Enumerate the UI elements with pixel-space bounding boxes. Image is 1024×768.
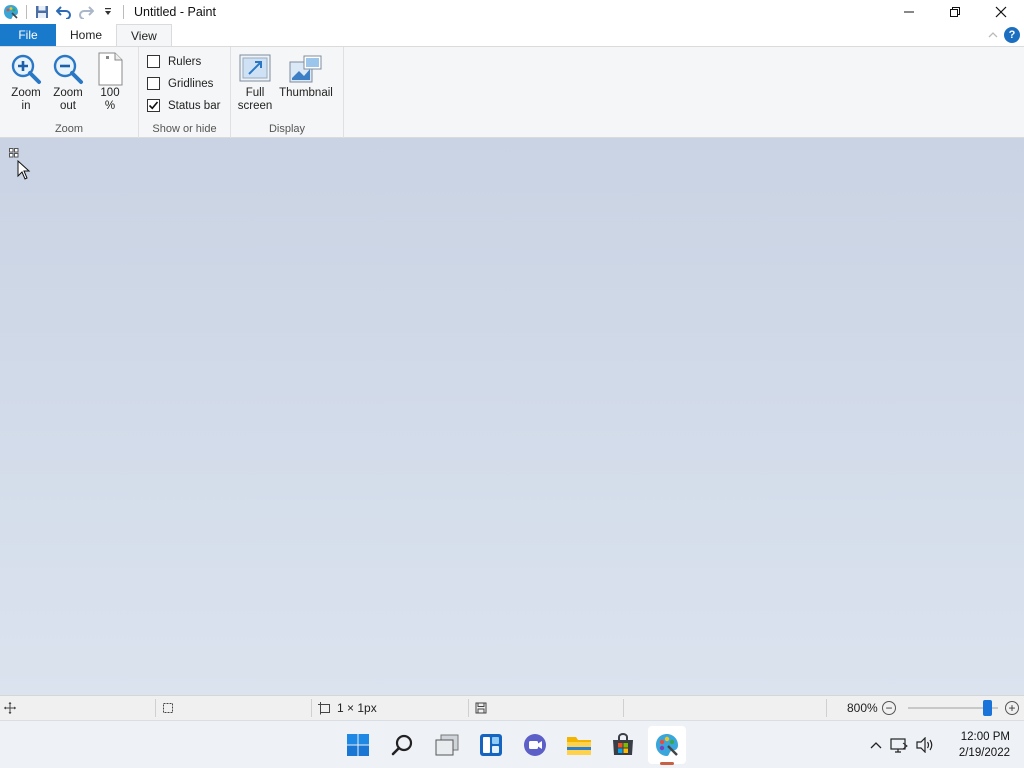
rulers-label: Rulers [168,55,202,68]
disk-icon [475,702,487,714]
quick-access-toolbar [0,0,128,24]
gridlines-label: Gridlines [168,77,214,90]
status-bar-label: Status bar [168,99,221,112]
status-bar-checkbox-box[interactable] [147,99,160,112]
minimize-button[interactable] [886,0,932,24]
task-view-icon[interactable] [431,729,463,761]
full-screen-label-line2: screen [237,100,273,112]
store-icon[interactable] [607,729,639,761]
zoom-group-label: Zoom [54,123,84,135]
cursor-position-icon [4,702,16,714]
system-tray [866,721,938,768]
image-size-icon [318,701,330,714]
cursor-position-cell [4,696,16,720]
zoom-100-label-line2: % [104,100,116,112]
display-group-label: Display [268,123,306,135]
clock-time: 12:00 PM [960,731,1010,743]
status-divider [311,699,312,717]
minimize-ribbon-chevron-icon[interactable] [988,28,998,42]
taskbar: 12:00 PM 2/19/2022 [0,720,1024,768]
zoom-out-label-line2: out [60,100,76,112]
start-icon[interactable] [342,729,374,761]
status-divider [623,699,624,717]
zoom-group: Zoom in Zoom out 100 % Zoom [0,47,139,138]
ribbon-tabs: File Home View ? [0,24,1024,46]
image-size-text: 1 × 1px [337,701,377,715]
zoom-out-button[interactable]: Zoom out [50,51,86,113]
show-or-hide-group: Rulers Gridlines Status bar Show or hide [139,47,231,138]
ribbon-right-controls: ? [988,27,1020,43]
status-bar: 1 × 1px 800% − + [0,695,1024,720]
show-hidden-icons-chevron-icon[interactable] [866,741,886,749]
search-icon[interactable] [387,729,419,761]
status-divider [468,699,469,717]
volume-icon[interactable] [912,737,938,753]
zoom-in-label-line2: in [21,100,31,112]
tab-view[interactable]: View [116,24,172,46]
zoom-out-icon [51,51,85,87]
status-divider [826,699,827,717]
undo-icon[interactable] [53,1,75,23]
ribbon-panel: Zoom in Zoom out 100 % Zoom Rulers Gridl… [0,46,1024,138]
zoom-slider-thumb[interactable] [983,700,992,716]
page-100-icon [93,51,127,87]
full-screen-button[interactable]: Full screen [237,51,273,113]
paint-icon[interactable] [651,729,683,761]
file-explorer-icon[interactable] [563,729,595,761]
close-button[interactable] [978,0,1024,24]
window-controls [886,0,1024,24]
zoom-100-button[interactable]: 100 % [92,51,128,113]
teams-chat-icon[interactable] [519,729,551,761]
qat-separator [123,5,124,19]
paint-app-icon[interactable] [0,1,22,23]
zoom-in-button[interactable]: Zoom in [8,51,44,113]
full-screen-icon [238,51,272,87]
thumbnail-label: Thumbnail [279,87,333,99]
help-icon[interactable]: ? [1004,27,1020,43]
rulers-checkbox[interactable]: Rulers [147,55,201,68]
canvas-workspace[interactable] [0,138,1024,695]
rulers-checkbox-box[interactable] [147,55,160,68]
zoom-in-plus-button[interactable]: + [1005,701,1019,715]
restore-button[interactable] [932,0,978,24]
zoom-in-icon [9,51,43,87]
taskbar-clock[interactable]: 12:00 PM 2/19/2022 [959,729,1010,761]
display-group: Full screen Thumbnail Display [231,47,344,138]
tab-file[interactable]: File [0,24,56,46]
zoom-100-label-line1: 100 [100,87,120,99]
zoom-level-cell: 800% [847,696,878,720]
zoom-in-label-line1: Zoom [11,87,41,99]
thumbnail-icon [289,51,323,87]
clock-date: 2/19/2022 [958,747,1010,759]
show-or-hide-group-label: Show or hide [152,123,217,135]
paint-window: Untitled - Paint File Home View ? Zoom i… [0,0,1024,768]
save-icon[interactable] [31,1,53,23]
title-bar: Untitled - Paint [0,0,1024,24]
status-bar-checkbox[interactable]: Status bar [147,99,220,112]
image-size-cell: 1 × 1px [318,696,377,720]
active-app-indicator [660,762,674,765]
checkmark-icon [148,101,159,110]
zoom-level-text: 800% [847,701,878,715]
full-screen-label-line1: Full [245,87,265,99]
customize-qat-chevron-icon[interactable] [97,1,119,23]
qat-separator [26,5,27,19]
status-divider [155,699,156,717]
widgets-icon[interactable] [475,729,507,761]
thumbnail-button[interactable]: Thumbnail [277,51,335,100]
window-title: Untitled - Paint [134,5,216,19]
selection-icon [163,703,173,713]
tab-home[interactable]: Home [56,24,116,46]
zoom-out-minus-button[interactable]: − [882,701,896,715]
zoom-out-label-line1: Zoom [53,87,83,99]
gridlines-checkbox[interactable]: Gridlines [147,77,213,90]
redo-icon[interactable] [75,1,97,23]
mouse-pointer-icon [17,159,31,183]
canvas-resize-handle[interactable] [9,147,19,161]
selection-size-cell [162,696,174,720]
network-icon[interactable] [886,737,912,753]
file-size-cell [475,696,487,720]
gridlines-checkbox-box[interactable] [147,77,160,90]
